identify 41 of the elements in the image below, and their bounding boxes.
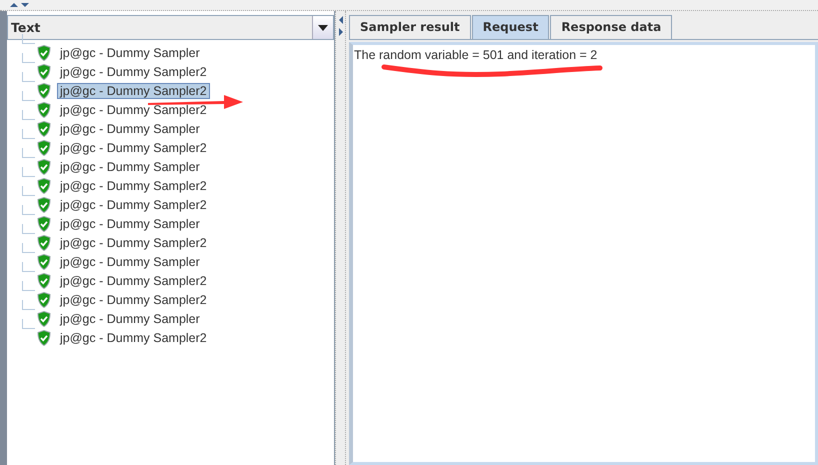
tree-item[interactable]: jp@gc - Dummy Sampler2 xyxy=(57,178,210,194)
tree-item[interactable]: jp@gc - Dummy Sampler xyxy=(57,158,203,174)
shield-check-icon xyxy=(37,254,51,270)
tree-item[interactable]: jp@gc - Dummy Sampler xyxy=(57,310,203,326)
tree-item[interactable]: jp@gc - Dummy Sampler xyxy=(57,254,203,270)
split-arrows-icon[interactable] xyxy=(338,15,344,37)
tab[interactable]: Request xyxy=(472,15,550,39)
tree-item[interactable]: jp@gc - Dummy Sampler2 xyxy=(57,102,210,118)
tree-item[interactable]: jp@gc - Dummy Sampler2 xyxy=(57,330,210,346)
shield-check-icon xyxy=(37,216,51,232)
tree-item[interactable]: jp@gc - Dummy Sampler2 xyxy=(57,140,210,156)
shield-check-icon xyxy=(37,272,51,288)
shield-check-icon xyxy=(37,64,51,80)
tree-item[interactable]: jp@gc - Dummy Sampler2 xyxy=(57,272,210,288)
request-text: The random variable = 501 and iteration = 2 xyxy=(354,48,598,62)
tree-item[interactable]: jp@gc - Dummy Sampler2 xyxy=(57,292,210,308)
shield-check-icon xyxy=(37,82,51,98)
shield-check-icon xyxy=(37,178,51,194)
tree-item[interactable]: jp@gc - Dummy Sampler xyxy=(57,216,203,232)
tree-item[interactable]: jp@gc - Dummy Sampler xyxy=(57,44,203,60)
shield-check-icon xyxy=(37,330,51,346)
caret-icon xyxy=(318,24,328,30)
shield-check-icon xyxy=(37,120,51,136)
shield-check-icon xyxy=(37,140,51,156)
shield-check-icon xyxy=(37,292,51,308)
tab[interactable]: Response data xyxy=(550,15,672,39)
tab[interactable]: Sampler result xyxy=(349,15,471,39)
dropdown-value: Text xyxy=(11,20,40,35)
tree-item[interactable]: jp@gc - Dummy Sampler2 xyxy=(57,234,210,250)
shield-check-icon xyxy=(37,196,51,212)
collapse-arrows-icon[interactable] xyxy=(9,2,31,8)
tree-item[interactable]: jp@gc - Dummy Sampler2 xyxy=(57,64,210,80)
shield-check-icon xyxy=(37,102,51,118)
tree-item[interactable]: jp@gc - Dummy Sampler2 xyxy=(57,196,210,212)
shield-check-icon xyxy=(37,234,51,250)
shield-check-icon xyxy=(37,44,51,60)
tree-item[interactable]: jp@gc - Dummy Sampler xyxy=(57,120,203,136)
shield-check-icon xyxy=(37,158,51,174)
shield-check-icon xyxy=(37,310,51,326)
view-dropdown[interactable]: Text xyxy=(7,15,334,40)
tree-item[interactable]: jp@gc - Dummy Sampler2 xyxy=(57,82,210,98)
